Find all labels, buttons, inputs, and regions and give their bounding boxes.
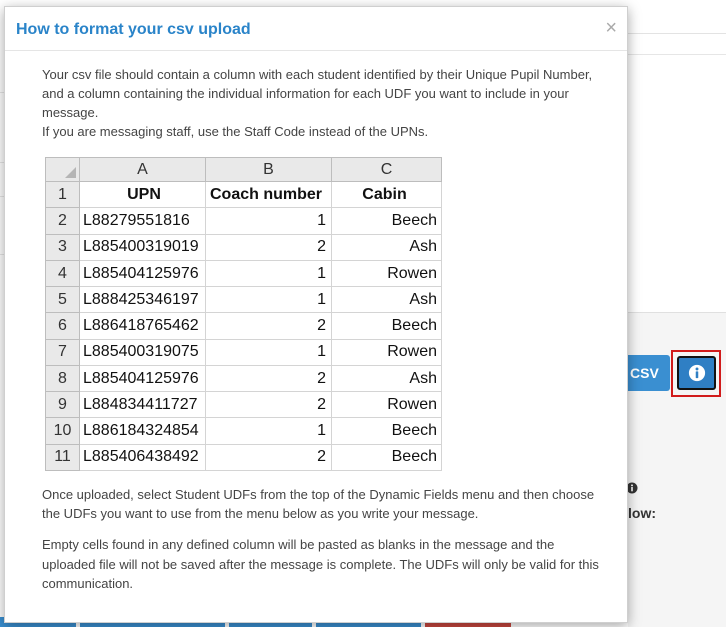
spreadsheet-corner [45,156,80,183]
cell-cabin: Beech [331,207,442,235]
staff-code-note: If you are messaging staff, use the Staf… [42,124,429,139]
cell-coach-number: 1 [205,259,332,288]
cell-coach-number: 1 [205,207,332,235]
dynamic-fields-instructions: Once uploaded, select Student UDFs from … [42,487,595,521]
row-number: 7 [45,338,80,366]
cell-cabin: Ash [331,286,442,314]
row-number: 8 [45,364,80,393]
spreadsheet-row: 5 L888425346197 1 Ash [45,286,442,314]
spreadsheet-column-headers: A B C [45,156,442,183]
cell-upn: L884834411727 [79,391,206,419]
spreadsheet-row: 7 L885400319075 1 Rowen [45,338,442,366]
close-icon[interactable]: × [605,18,617,38]
column-letter: C [331,156,442,183]
row-number: 4 [45,259,80,288]
info-button[interactable] [677,356,716,390]
cell-upn: L885404125976 [79,259,206,288]
cell-cabin: Ash [331,364,442,393]
row-number: 2 [45,207,80,235]
row-number: 10 [45,417,80,445]
header-upn: UPN [79,181,206,209]
spreadsheet-row: 3 L885400319019 2 Ash [45,233,442,261]
background-topbar [626,0,726,34]
spreadsheet-row: 2 L88279551816 1 Beech [45,207,442,235]
cell-coach-number: 2 [205,233,332,261]
cell-cabin: Ash [331,233,442,261]
empty-cells-note: Empty cells found in any defined column … [42,537,599,591]
cell-upn: L88279551816 [79,207,206,235]
row-number: 3 [45,233,80,261]
cell-coach-number: 2 [205,364,332,393]
csv-format-help-modal: How to format your csv upload × Your csv… [4,6,628,623]
cell-upn: L886184324854 [79,417,206,445]
header-coach-number: Coach number [205,181,332,209]
cell-upn: L888425346197 [79,286,206,314]
modal-title: How to format your csv upload [16,21,251,38]
header-cabin: Cabin [331,181,442,209]
info-circle-icon [688,364,705,382]
example-spreadsheet: A B C 1 UPN Coach number Cabin 2 L8827955… [45,156,442,472]
background-label-fragment: low: [628,505,656,521]
cell-cabin: Beech [331,443,442,472]
row-number: 5 [45,286,80,314]
cell-coach-number: 1 [205,286,332,314]
csv-upload-button[interactable]: CSV [626,355,670,391]
modal-intro-text: Your csv file should contain a column wi… [42,65,602,141]
spreadsheet-row: 11 L885406438492 2 Beech [45,443,442,472]
spreadsheet-row: 6 L886418765462 2 Beech [45,312,442,340]
cell-cabin: Beech [331,312,442,340]
row-number: 11 [45,443,80,472]
cell-upn: L885404125976 [79,364,206,393]
intro-paragraph: Your csv file should contain a column wi… [42,67,593,120]
cell-coach-number: 2 [205,391,332,419]
row-number: 9 [45,391,80,419]
modal-header: How to format your csv upload × [5,7,627,51]
column-letter: B [205,156,332,183]
background-divider [626,54,726,55]
cell-cabin: Rowen [331,391,442,419]
cell-upn: L885406438492 [79,443,206,472]
cell-coach-number: 1 [205,417,332,445]
cell-cabin: Beech [331,417,442,445]
cell-upn: L885400319075 [79,338,206,366]
cell-upn: L886418765462 [79,312,206,340]
row-number: 6 [45,312,80,340]
cell-cabin: Rowen [331,338,442,366]
spreadsheet-row: 8 L885404125976 2 Ash [45,364,442,393]
cell-cabin: Rowen [331,259,442,288]
cell-upn: L885400319019 [79,233,206,261]
cell-coach-number: 1 [205,338,332,366]
spreadsheet-row: 10 L886184324854 1 Beech [45,417,442,445]
spreadsheet-row: 9 L884834411727 2 Rowen [45,391,442,419]
cell-coach-number: 2 [205,312,332,340]
column-letter: A [79,156,206,183]
spreadsheet-header-row: 1 UPN Coach number Cabin [45,181,442,209]
row-number: 1 [45,181,80,209]
cell-coach-number: 2 [205,443,332,472]
spreadsheet-row: 4 L885404125976 1 Rowen [45,259,442,288]
